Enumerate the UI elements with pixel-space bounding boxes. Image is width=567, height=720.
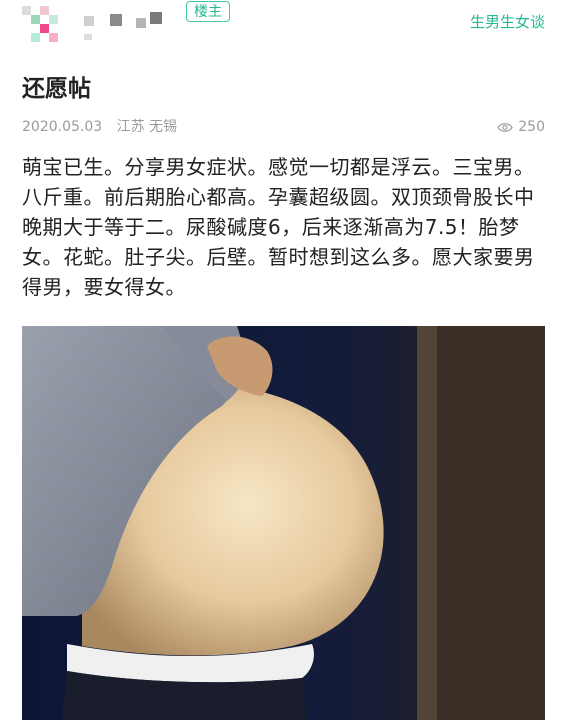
topic-link[interactable]: 生男生女谈 — [470, 12, 545, 32]
eye-icon — [497, 122, 514, 132]
view-count: 250 — [497, 117, 545, 137]
avatar[interactable] — [22, 6, 68, 48]
username-blurred[interactable] — [78, 10, 174, 40]
post-header: 楼主 生男生女谈 — [0, 0, 567, 52]
owner-badge: 楼主 — [186, 1, 230, 22]
post-date: 2020.05.03 — [22, 119, 103, 135]
post-title: 还愿帖 — [22, 76, 91, 102]
post-photo[interactable] — [22, 326, 545, 720]
post-meta: 2020.05.03 江苏 无锡 — [22, 117, 187, 137]
view-count-value: 250 — [518, 119, 545, 135]
post-body: 萌宝已生。分享男女症状。感觉一切都是浮云。三宝男。八斤重。前后期胎心都高。孕囊超… — [22, 155, 535, 299]
post-location: 江苏 无锡 — [116, 119, 178, 135]
photo-illustration — [22, 326, 545, 720]
